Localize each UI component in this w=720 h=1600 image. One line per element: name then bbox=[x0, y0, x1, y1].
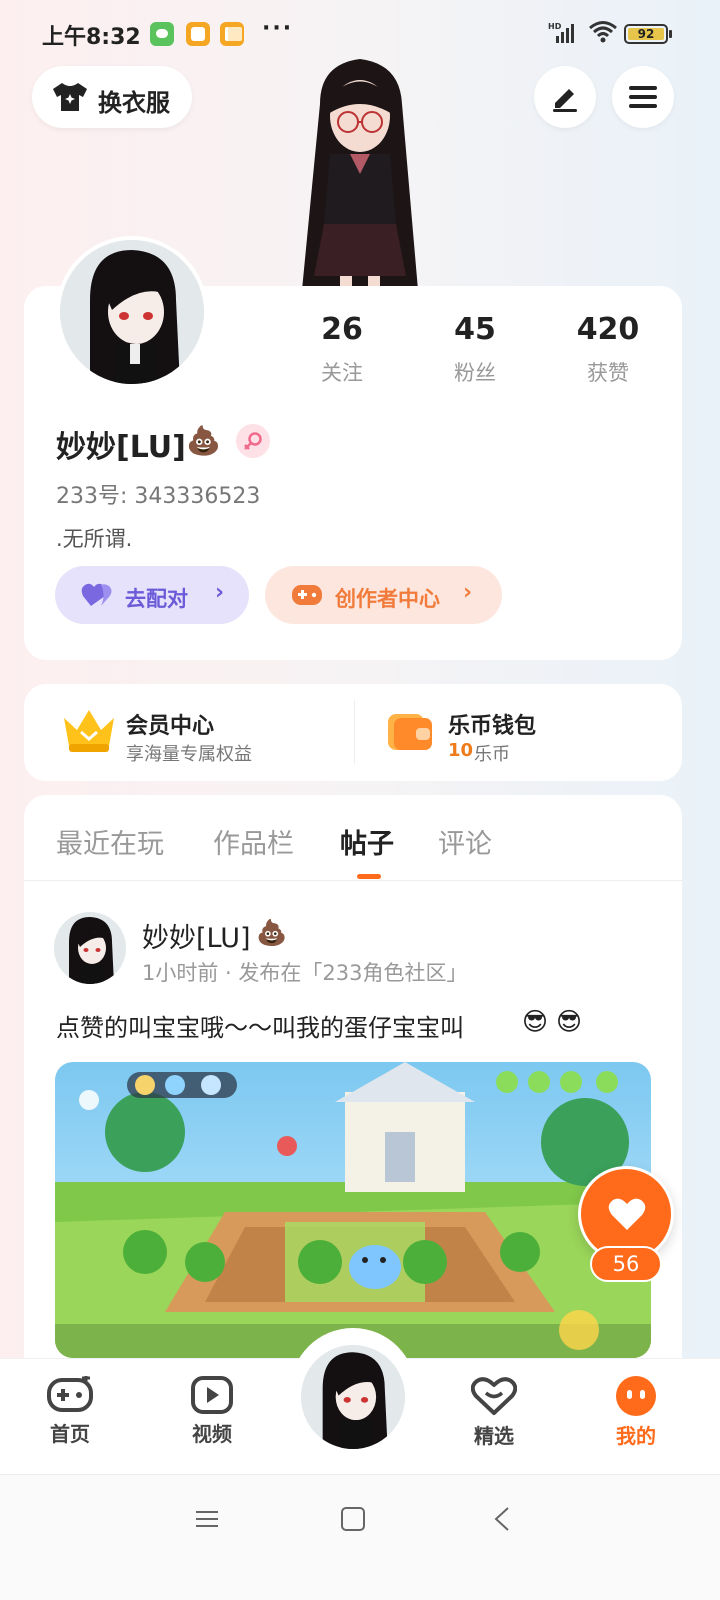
wallet-currency-unit: 乐币 bbox=[474, 744, 510, 765]
chevron-right-icon: › bbox=[463, 580, 473, 605]
home-square-icon[interactable] bbox=[340, 1506, 366, 1532]
wifi-icon bbox=[589, 21, 617, 43]
crown-icon[interactable] bbox=[62, 706, 116, 754]
back-chevron-icon[interactable] bbox=[490, 1506, 516, 1532]
more-notifications-icon: ··· bbox=[262, 16, 294, 41]
signal-icon: HD bbox=[548, 22, 574, 43]
user-id: 233号: 343336523 bbox=[56, 484, 261, 509]
book-app-icon bbox=[220, 22, 244, 46]
sunglasses-emoji-icon: 😎 bbox=[556, 1007, 583, 1036]
avatar-portrait-image bbox=[54, 912, 126, 984]
edit-profile-button[interactable] bbox=[534, 66, 596, 128]
likes-received-label: 获赞 bbox=[587, 361, 629, 385]
tabs-divider bbox=[24, 880, 682, 881]
nav-mine[interactable]: 我的 bbox=[596, 1376, 676, 1449]
video-play-icon bbox=[191, 1376, 233, 1414]
creator-center-label: 创作者中心 bbox=[335, 587, 440, 611]
gamepad-icon bbox=[47, 1376, 93, 1412]
poop-emoji-icon: 💩 bbox=[186, 424, 221, 457]
following-stat[interactable]: 26 关注 bbox=[282, 312, 402, 387]
nav-featured[interactable]: 精选 bbox=[454, 1376, 534, 1449]
following-count: 26 bbox=[321, 312, 363, 347]
likes-stat[interactable]: 420 获赞 bbox=[548, 312, 668, 387]
username: 妙妙[LU] bbox=[56, 430, 186, 465]
go-match-button[interactable]: 去配对 › bbox=[55, 566, 249, 624]
heart-icon bbox=[608, 1198, 646, 1230]
wallet-icon[interactable] bbox=[386, 708, 434, 754]
likes-received-count: 420 bbox=[576, 312, 640, 347]
svg-text:HD: HD bbox=[548, 22, 562, 31]
change-outfit-label: 换衣服 bbox=[98, 89, 170, 117]
heart-chat-icon bbox=[471, 1377, 517, 1415]
battery-icon: 92 bbox=[624, 24, 672, 44]
female-gender-icon bbox=[236, 424, 270, 458]
post-author-avatar[interactable] bbox=[54, 912, 126, 984]
tab-works[interactable]: 作品栏 bbox=[213, 822, 294, 861]
creator-center-button[interactable]: 创作者中心 › bbox=[265, 566, 502, 624]
avatar-portrait-image bbox=[60, 240, 204, 384]
nav-mine-label: 我的 bbox=[616, 1424, 656, 1448]
poop-emoji-icon: 💩 bbox=[256, 918, 288, 947]
user-bio: .无所谓. bbox=[56, 527, 133, 551]
battery-level: 92 bbox=[637, 27, 655, 41]
followers-count: 45 bbox=[454, 312, 496, 347]
post-text: 点赞的叫宝宝哦～～叫我的蛋仔宝宝叫 bbox=[56, 1014, 464, 1042]
tab-recently-played[interactable]: 最近在玩 bbox=[56, 822, 164, 861]
nav-featured-label: 精选 bbox=[474, 1424, 514, 1448]
nav-video-label: 视频 bbox=[192, 1422, 232, 1446]
pen-icon bbox=[553, 89, 577, 112]
avatar-character-figure[interactable] bbox=[280, 54, 440, 290]
tab-comments[interactable]: 评论 bbox=[438, 822, 492, 861]
menu-button[interactable] bbox=[612, 66, 674, 128]
chevron-right-icon: › bbox=[215, 580, 225, 605]
status-time: 上午8:32 bbox=[42, 25, 141, 50]
services-divider bbox=[354, 700, 355, 764]
like-count: 56 bbox=[590, 1246, 662, 1282]
vip-center-link[interactable]: 会员中心 bbox=[126, 708, 214, 740]
vip-center-subtitle: 享海量专属权益 bbox=[126, 744, 252, 765]
game-screenshot-image bbox=[55, 1062, 651, 1358]
gamepad-plus-icon bbox=[292, 585, 322, 605]
following-label: 关注 bbox=[321, 361, 363, 385]
app-notification-icon bbox=[186, 22, 210, 46]
chat-app-icon bbox=[150, 22, 174, 46]
go-match-label: 去配对 bbox=[125, 587, 188, 611]
hamburger-menu-icon bbox=[629, 86, 657, 108]
followers-stat[interactable]: 45 粉丝 bbox=[415, 312, 535, 387]
tshirt-icon bbox=[53, 83, 87, 111]
profile-avatar[interactable] bbox=[56, 236, 208, 388]
avatar-portrait-image bbox=[301, 1345, 405, 1449]
post-author-name[interactable]: 妙妙[LU] bbox=[142, 916, 251, 955]
nav-center-avatar-button[interactable] bbox=[298, 1342, 408, 1452]
wallet-link[interactable]: 乐币钱包 bbox=[448, 708, 536, 740]
post-meta: 1小时前 · 发布在「233角色社区」 bbox=[142, 961, 468, 985]
nav-home[interactable]: 首页 bbox=[30, 1376, 110, 1447]
nav-home-label: 首页 bbox=[50, 1422, 90, 1446]
services-card bbox=[24, 684, 682, 781]
double-heart-icon bbox=[81, 583, 112, 606]
recent-apps-icon[interactable] bbox=[194, 1506, 220, 1532]
tab-posts[interactable]: 帖子 bbox=[340, 822, 394, 861]
followers-label: 粉丝 bbox=[454, 361, 496, 385]
system-navigation-bar bbox=[0, 1474, 720, 1600]
wallet-balance: 10 bbox=[448, 740, 474, 761]
nav-video[interactable]: 视频 bbox=[172, 1376, 252, 1447]
post-image[interactable] bbox=[55, 1062, 651, 1358]
change-outfit-button[interactable]: 换衣服 bbox=[32, 66, 192, 128]
sunglasses-emoji-icon: 😎 bbox=[522, 1007, 549, 1036]
face-icon bbox=[616, 1376, 656, 1416]
active-tab-indicator bbox=[357, 874, 381, 879]
